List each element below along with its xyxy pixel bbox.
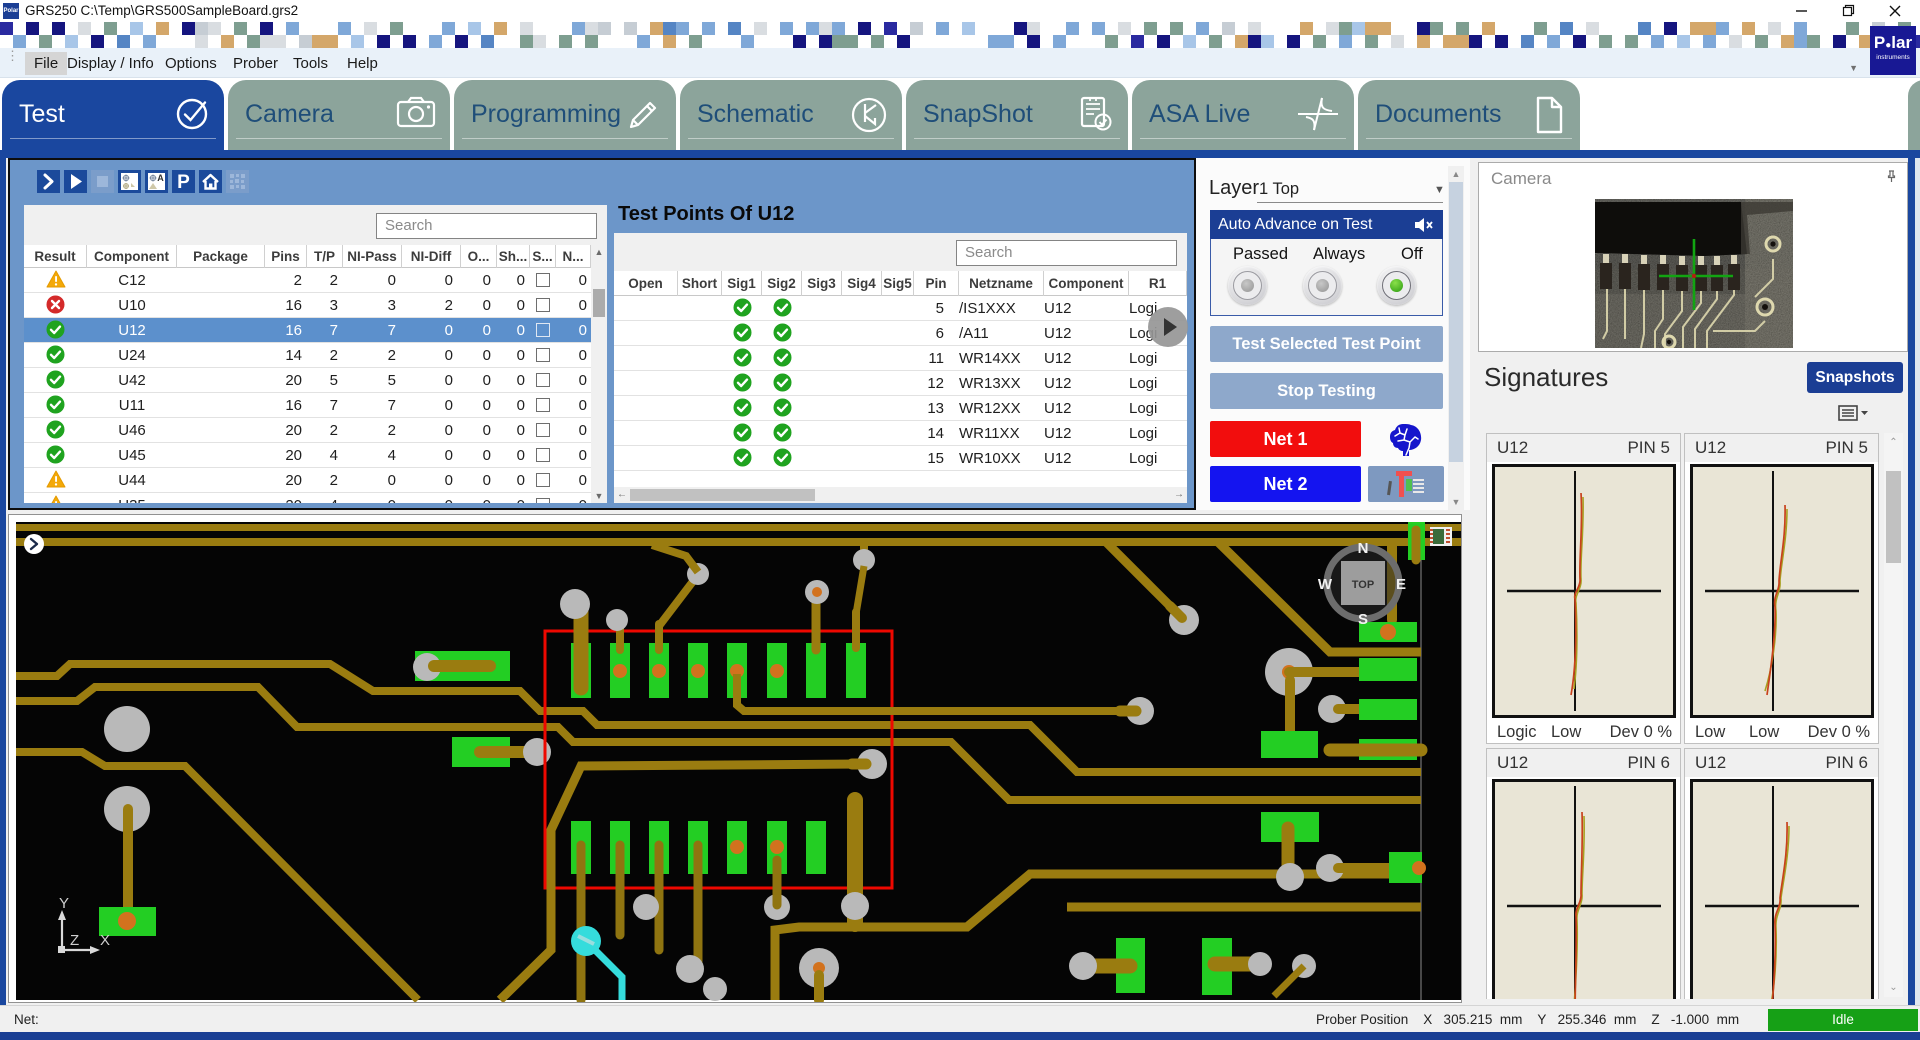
svg-text:Z: Z [70, 932, 79, 949]
svg-text:X: X [100, 932, 110, 949]
svg-text:Y: Y [59, 895, 69, 912]
svg-text:P: P [177, 172, 190, 193]
svg-text:W: W [1318, 576, 1333, 593]
svg-text:A: A [157, 173, 164, 183]
svg-text:N: N [1358, 540, 1369, 557]
svg-text:E: E [1396, 576, 1406, 593]
svg-text:TOP: TOP [1352, 579, 1374, 591]
svg-text:S: S [1358, 611, 1368, 628]
